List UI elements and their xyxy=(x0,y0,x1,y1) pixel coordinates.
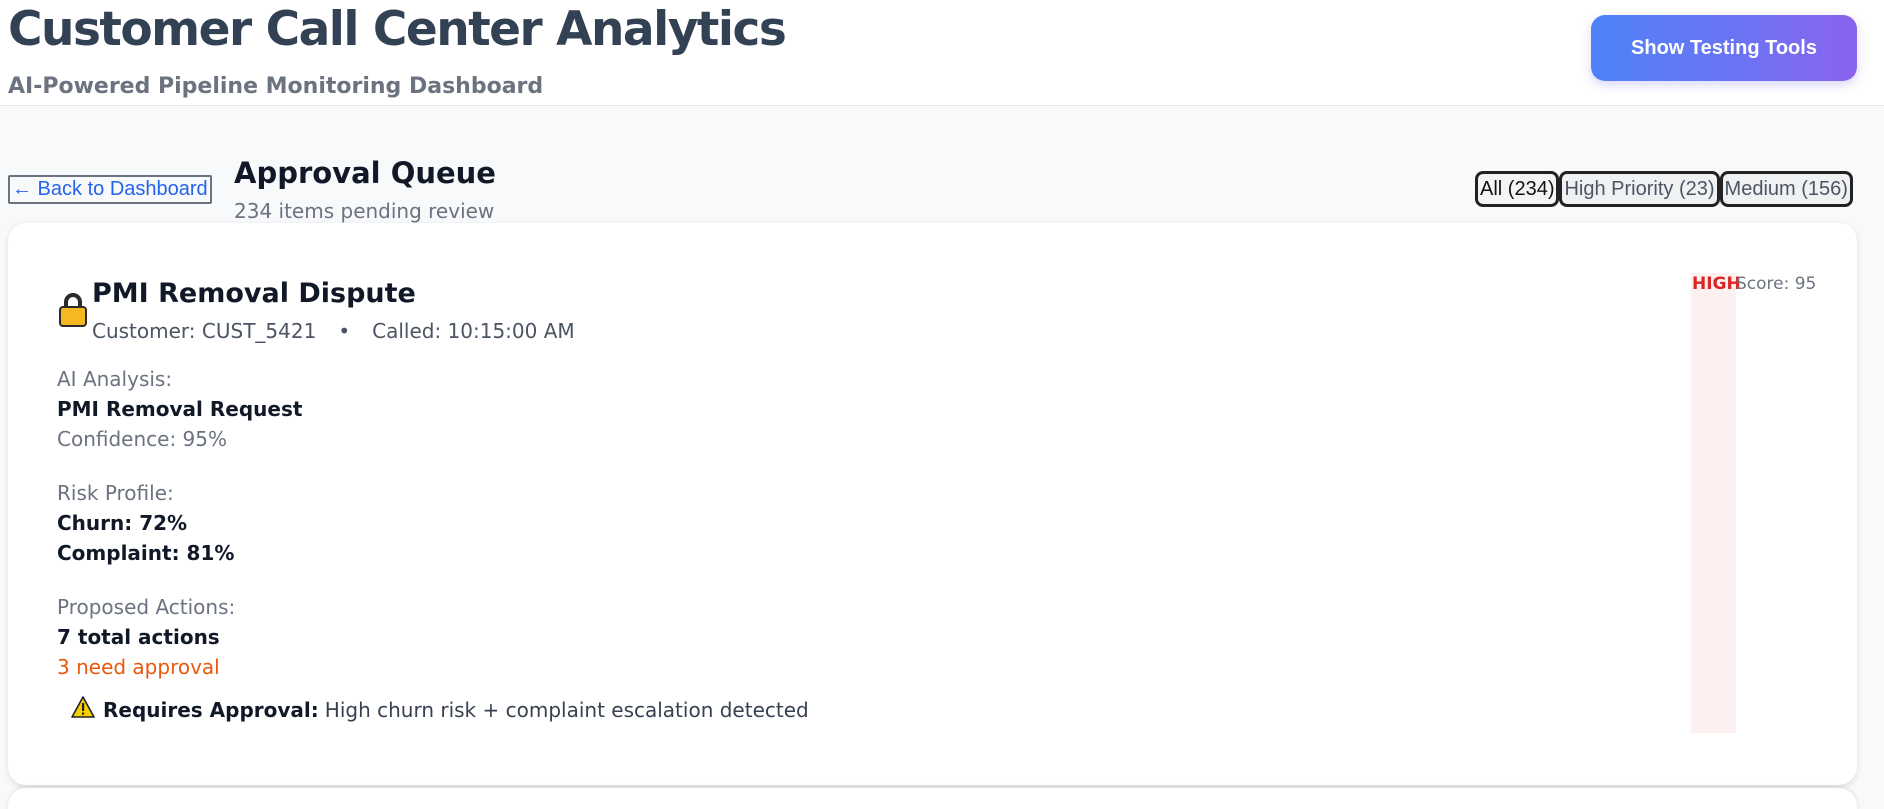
page-title: Approval Queue xyxy=(234,156,496,190)
card-title: PMI Removal Dispute xyxy=(92,278,416,309)
priority-score: Score: 95 xyxy=(1736,274,1817,294)
app-title: Customer Call Center Analytics xyxy=(8,2,787,57)
priority-filter-group: All (234) High Priority (23) Medium (156… xyxy=(1475,171,1853,207)
priority-indicator xyxy=(1691,273,1736,733)
filter-high-priority-button[interactable]: High Priority (23) xyxy=(1559,171,1720,207)
app-subtitle: AI-Powered Pipeline Monitoring Dashboard xyxy=(8,74,544,99)
pending-count: 234 items pending review xyxy=(234,199,495,223)
warning-icon xyxy=(71,696,95,723)
next-approval-card[interactable] xyxy=(8,788,1857,809)
needs-approval-count: 3 need approval xyxy=(57,655,220,679)
ai-analysis-value: PMI Removal Request xyxy=(57,397,303,421)
back-to-dashboard-link[interactable]: ← Back to Dashboard xyxy=(8,175,212,204)
complaint-risk-value: Complaint: 81% xyxy=(57,541,235,565)
churn-risk-value: Churn: 72% xyxy=(57,511,188,535)
lock-icon xyxy=(58,292,88,332)
meta-separator: • xyxy=(338,319,351,343)
card-meta: Customer: CUST_5421 • Called: 10:15:00 AM xyxy=(92,319,575,343)
customer-id: Customer: CUST_5421 xyxy=(92,319,317,343)
call-time: Called: 10:15:00 AM xyxy=(372,319,575,343)
approval-warning: Requires Approval: High churn risk + comp… xyxy=(71,696,809,723)
show-testing-tools-button[interactable]: Show Testing Tools xyxy=(1591,15,1857,81)
filter-medium-button[interactable]: Medium (156) xyxy=(1719,171,1853,207)
risk-profile-label: Risk Profile: xyxy=(57,481,174,505)
total-actions-value: 7 total actions xyxy=(57,625,220,649)
proposed-actions-label: Proposed Actions: xyxy=(57,595,236,619)
approval-warning-label: Requires Approval: xyxy=(103,697,319,722)
ai-analysis-label: AI Analysis: xyxy=(57,367,173,391)
approval-warning-text: High churn risk + complaint escalation d… xyxy=(324,697,809,722)
approval-card[interactable]: PMI Removal Dispute Customer: CUST_5421 •… xyxy=(8,223,1857,785)
filter-all-button[interactable]: All (234) xyxy=(1475,171,1560,207)
confidence-value: Confidence: 95% xyxy=(57,427,227,451)
priority-badge: HIGH xyxy=(1692,274,1741,294)
app-header: Customer Call Center Analytics AI-Powere… xyxy=(0,0,1884,106)
